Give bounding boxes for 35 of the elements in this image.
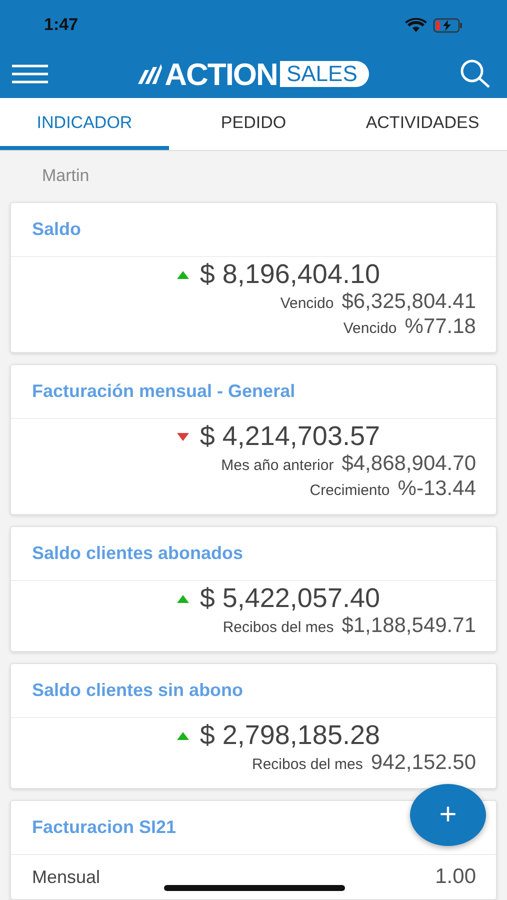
detail-value: %77.18 bbox=[404, 315, 476, 338]
amount: $ 2,798,185.28 bbox=[200, 720, 380, 751]
stripes-icon bbox=[138, 64, 162, 84]
detail-value: $1,188,549.71 bbox=[342, 614, 476, 637]
detail-label: Mes año anterior bbox=[221, 456, 334, 476]
card-title: Saldo bbox=[32, 219, 82, 240]
row-value: 1.00 bbox=[435, 865, 476, 889]
detail-label: Vencido bbox=[343, 319, 397, 339]
tab[interactable]: INDICADOR bbox=[0, 98, 169, 150]
amount: $ 8,196,404.10 bbox=[200, 259, 380, 290]
battery-icon bbox=[433, 18, 463, 32]
card-title: Saldo clientes sin abono bbox=[32, 680, 244, 701]
search-button[interactable] bbox=[458, 59, 491, 89]
user-name: Martin bbox=[42, 166, 90, 186]
card-title: Facturacion SI21 bbox=[32, 817, 176, 838]
tab[interactable]: PEDIDO bbox=[169, 98, 338, 150]
detail-label: Vencido bbox=[280, 294, 334, 314]
wifi-icon bbox=[405, 17, 427, 33]
status-time: 1:47 bbox=[44, 15, 78, 35]
card-title: Facturación mensual - General bbox=[32, 381, 296, 402]
card-title: Saldo clientes abonados bbox=[32, 543, 244, 564]
detail-value: %-13.44 bbox=[398, 477, 476, 500]
detail-value: $4,868,904.70 bbox=[342, 452, 476, 475]
detail-label: Recibos del mes bbox=[252, 755, 363, 775]
tab[interactable]: ACTIVIDADES bbox=[338, 98, 507, 150]
amount: $ 5,422,057.40 bbox=[200, 583, 380, 614]
detail-value: $6,325,804.41 bbox=[342, 290, 476, 313]
amount: $ 4,214,703.57 bbox=[200, 421, 380, 452]
menu-button[interactable] bbox=[12, 64, 48, 84]
logo-badge: SALES bbox=[280, 61, 370, 87]
row-label: Mensual bbox=[32, 866, 100, 888]
detail-value: 942,152.50 bbox=[370, 751, 476, 774]
logo-text: ACTION bbox=[164, 58, 278, 90]
detail-label: Crecimiento bbox=[310, 481, 390, 501]
detail-label: Recibos del mes bbox=[222, 618, 334, 638]
